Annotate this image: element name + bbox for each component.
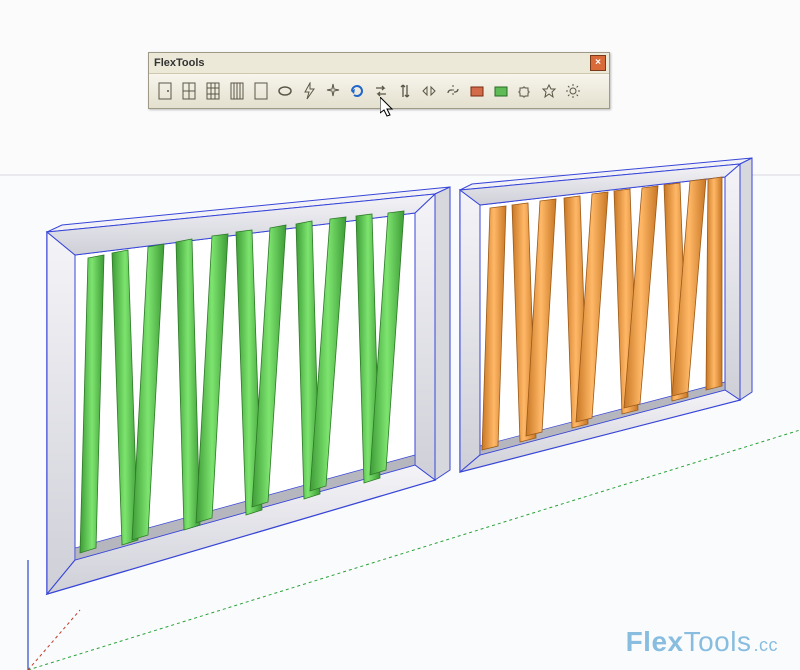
flex-ellipse-icon <box>277 83 293 99</box>
watermark-bold: Flex <box>626 626 684 657</box>
flex-window-grid-button[interactable] <box>201 78 225 104</box>
flex-slats-button[interactable] <box>225 78 249 104</box>
mirror-horiz-icon <box>421 83 437 99</box>
flex-sparkle-icon <box>325 83 341 99</box>
arrows-vert-icon <box>398 82 412 100</box>
mirror-horiz-button[interactable] <box>417 78 441 104</box>
toolbar-button-row <box>149 74 609 108</box>
flex-window-grid-icon <box>206 82 220 100</box>
component-red-icon <box>469 83 485 99</box>
close-icon: × <box>595 58 601 68</box>
flex-window-icon <box>182 82 196 100</box>
favorite-button[interactable] <box>537 78 561 104</box>
toolbar-titlebar[interactable]: FlexTools × <box>149 53 609 74</box>
link-break-button[interactable] <box>441 78 465 104</box>
flex-sparkle-button[interactable] <box>321 78 345 104</box>
component-red-button[interactable] <box>465 78 489 104</box>
toolbar-title-text: FlexTools <box>154 57 205 69</box>
favorite-icon <box>541 83 557 99</box>
puzzle-icon <box>517 83 533 99</box>
link-break-icon <box>445 83 461 99</box>
settings-icon <box>565 83 581 99</box>
flextools-toolbar[interactable]: FlexTools × <box>148 52 610 109</box>
refresh-icon <box>349 83 365 99</box>
watermark: FlexTools.cc <box>626 626 778 658</box>
toolbar-close-button[interactable]: × <box>590 55 606 71</box>
watermark-light: Tools <box>684 626 752 657</box>
refresh-button[interactable] <box>345 78 369 104</box>
flex-frame-icon <box>254 82 268 100</box>
arrows-vert-button[interactable] <box>393 78 417 104</box>
flex-bolt-button[interactable] <box>297 78 321 104</box>
component-green-button[interactable] <box>489 78 513 104</box>
flex-door-button[interactable] <box>153 78 177 104</box>
watermark-suffix: .cc <box>753 635 778 655</box>
flip-icon <box>373 83 389 99</box>
settings-button[interactable] <box>561 78 585 104</box>
puzzle-button[interactable] <box>513 78 537 104</box>
flex-ellipse-button[interactable] <box>273 78 297 104</box>
flex-bolt-icon <box>302 82 316 100</box>
flex-slats-icon <box>230 82 244 100</box>
component-green-icon <box>493 83 509 99</box>
flex-door-icon <box>158 82 172 100</box>
flex-window-button[interactable] <box>177 78 201 104</box>
flex-frame-button[interactable] <box>249 78 273 104</box>
flip-button[interactable] <box>369 78 393 104</box>
